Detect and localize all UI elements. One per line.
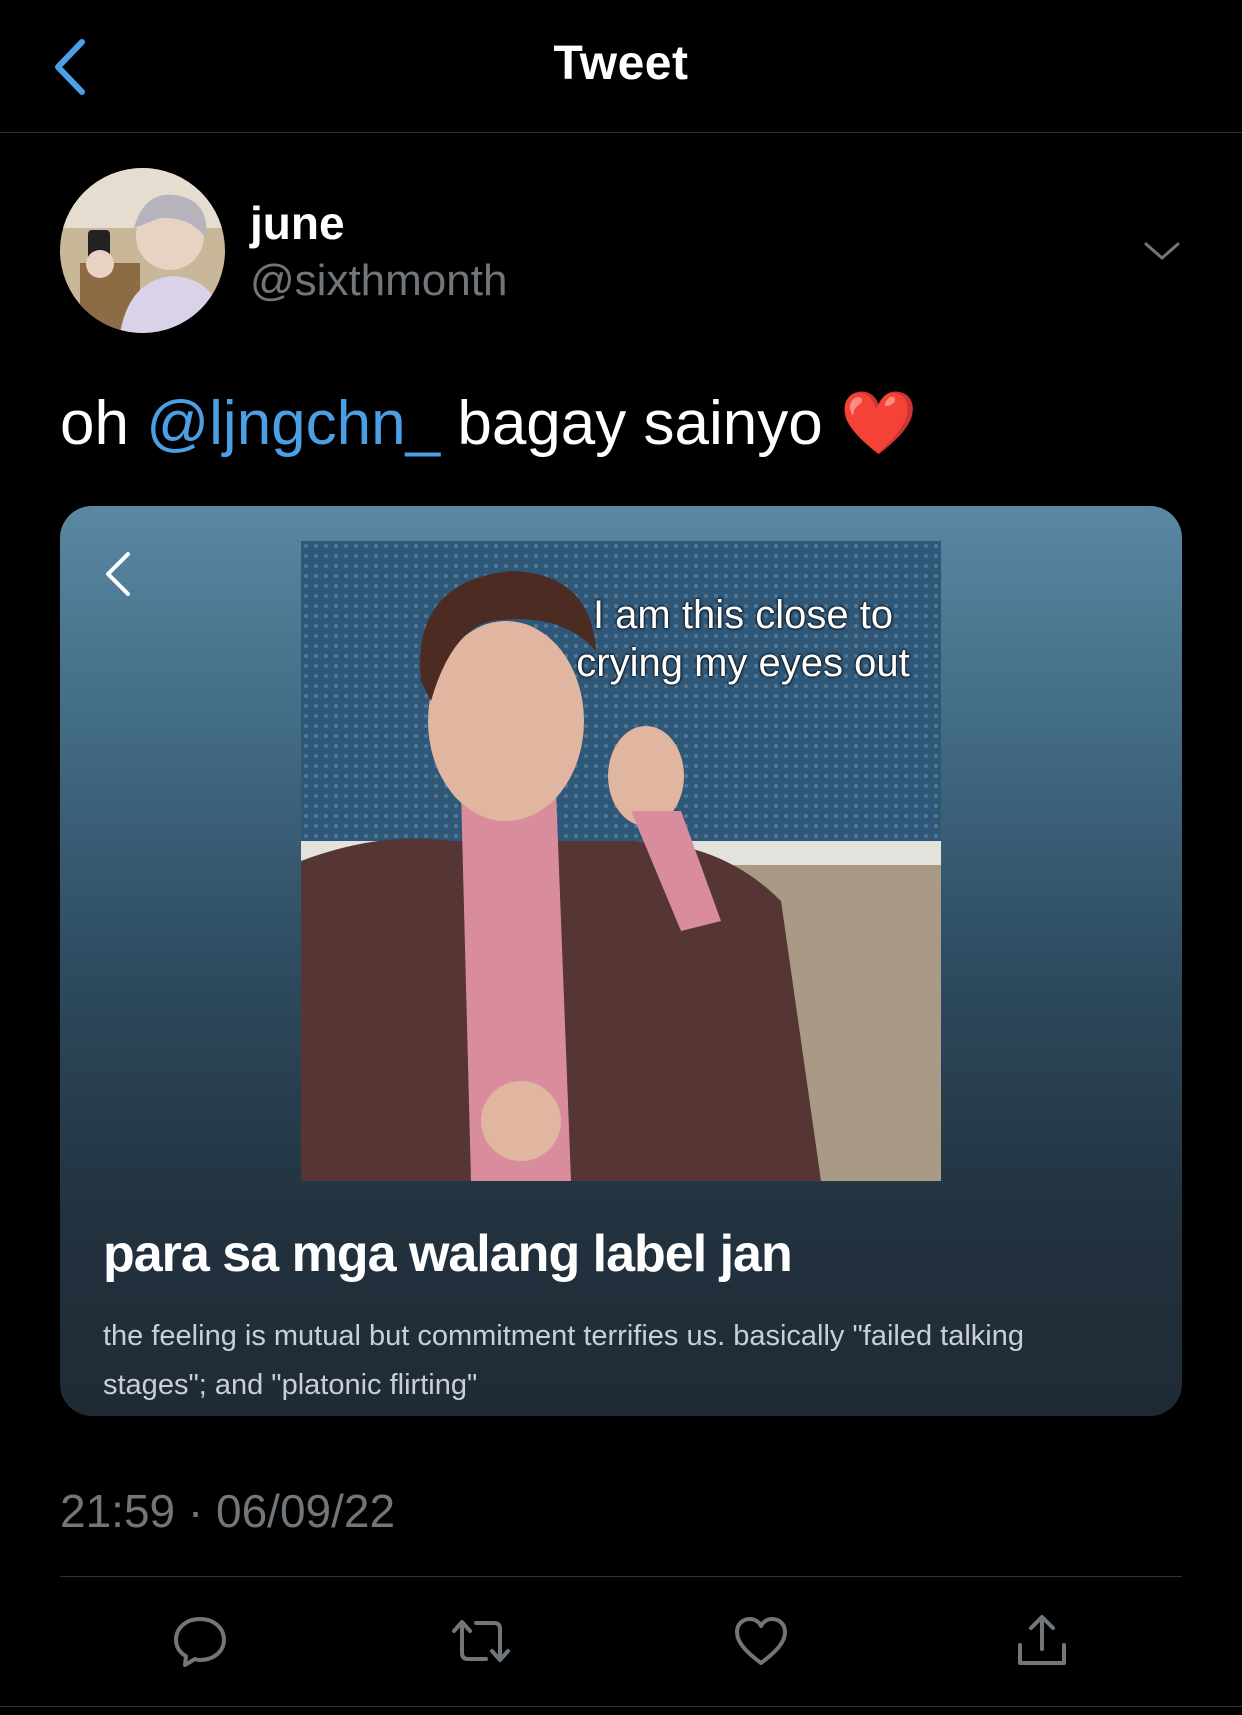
avatar[interactable]	[60, 168, 225, 333]
speech-bubble-icon	[174, 1617, 226, 1667]
author-name[interactable]: june	[250, 196, 345, 250]
tweet-text-suffix: bagay sainyo	[440, 389, 840, 458]
heart-emoji: ❤️	[839, 389, 918, 458]
meme-caption: I am this close to crying my eyes out	[576, 593, 910, 685]
top-bar: Tweet	[0, 0, 1242, 133]
tweet-text: oh @ljngchn_ bagay sainyo ❤️	[60, 388, 917, 460]
tweet-timestamp[interactable]: 21:59 · 06/09/22	[60, 1484, 395, 1538]
bottom-divider	[0, 1706, 1242, 1707]
author-handle[interactable]: @sixthmonth	[250, 256, 507, 306]
tweet-text-prefix: oh	[60, 389, 147, 458]
share-button[interactable]	[1002, 1606, 1082, 1676]
card-title: para sa mga walang label jan	[103, 1225, 793, 1283]
more-options-button[interactable]	[1140, 230, 1184, 274]
retweet-button[interactable]	[441, 1606, 521, 1676]
page-title: Tweet	[553, 37, 689, 90]
card-description: the feeling is mutual but commitment ter…	[103, 1320, 1024, 1401]
heart-icon	[735, 1617, 787, 1665]
card-back-button[interactable]	[100, 546, 140, 602]
reply-button[interactable]	[160, 1606, 240, 1676]
retweet-icon	[452, 1620, 510, 1662]
card-image: I am this close to crying my eyes out	[301, 541, 941, 1181]
chevron-down-icon	[1144, 242, 1180, 260]
share-icon	[1018, 1615, 1066, 1665]
like-button[interactable]	[721, 1606, 801, 1676]
link-preview-card[interactable]: I am this close to crying my eyes out pa…	[60, 506, 1182, 1416]
divider	[60, 1576, 1182, 1577]
chevron-left-icon	[106, 552, 130, 596]
mention-link[interactable]: @ljngchn_	[146, 389, 440, 458]
